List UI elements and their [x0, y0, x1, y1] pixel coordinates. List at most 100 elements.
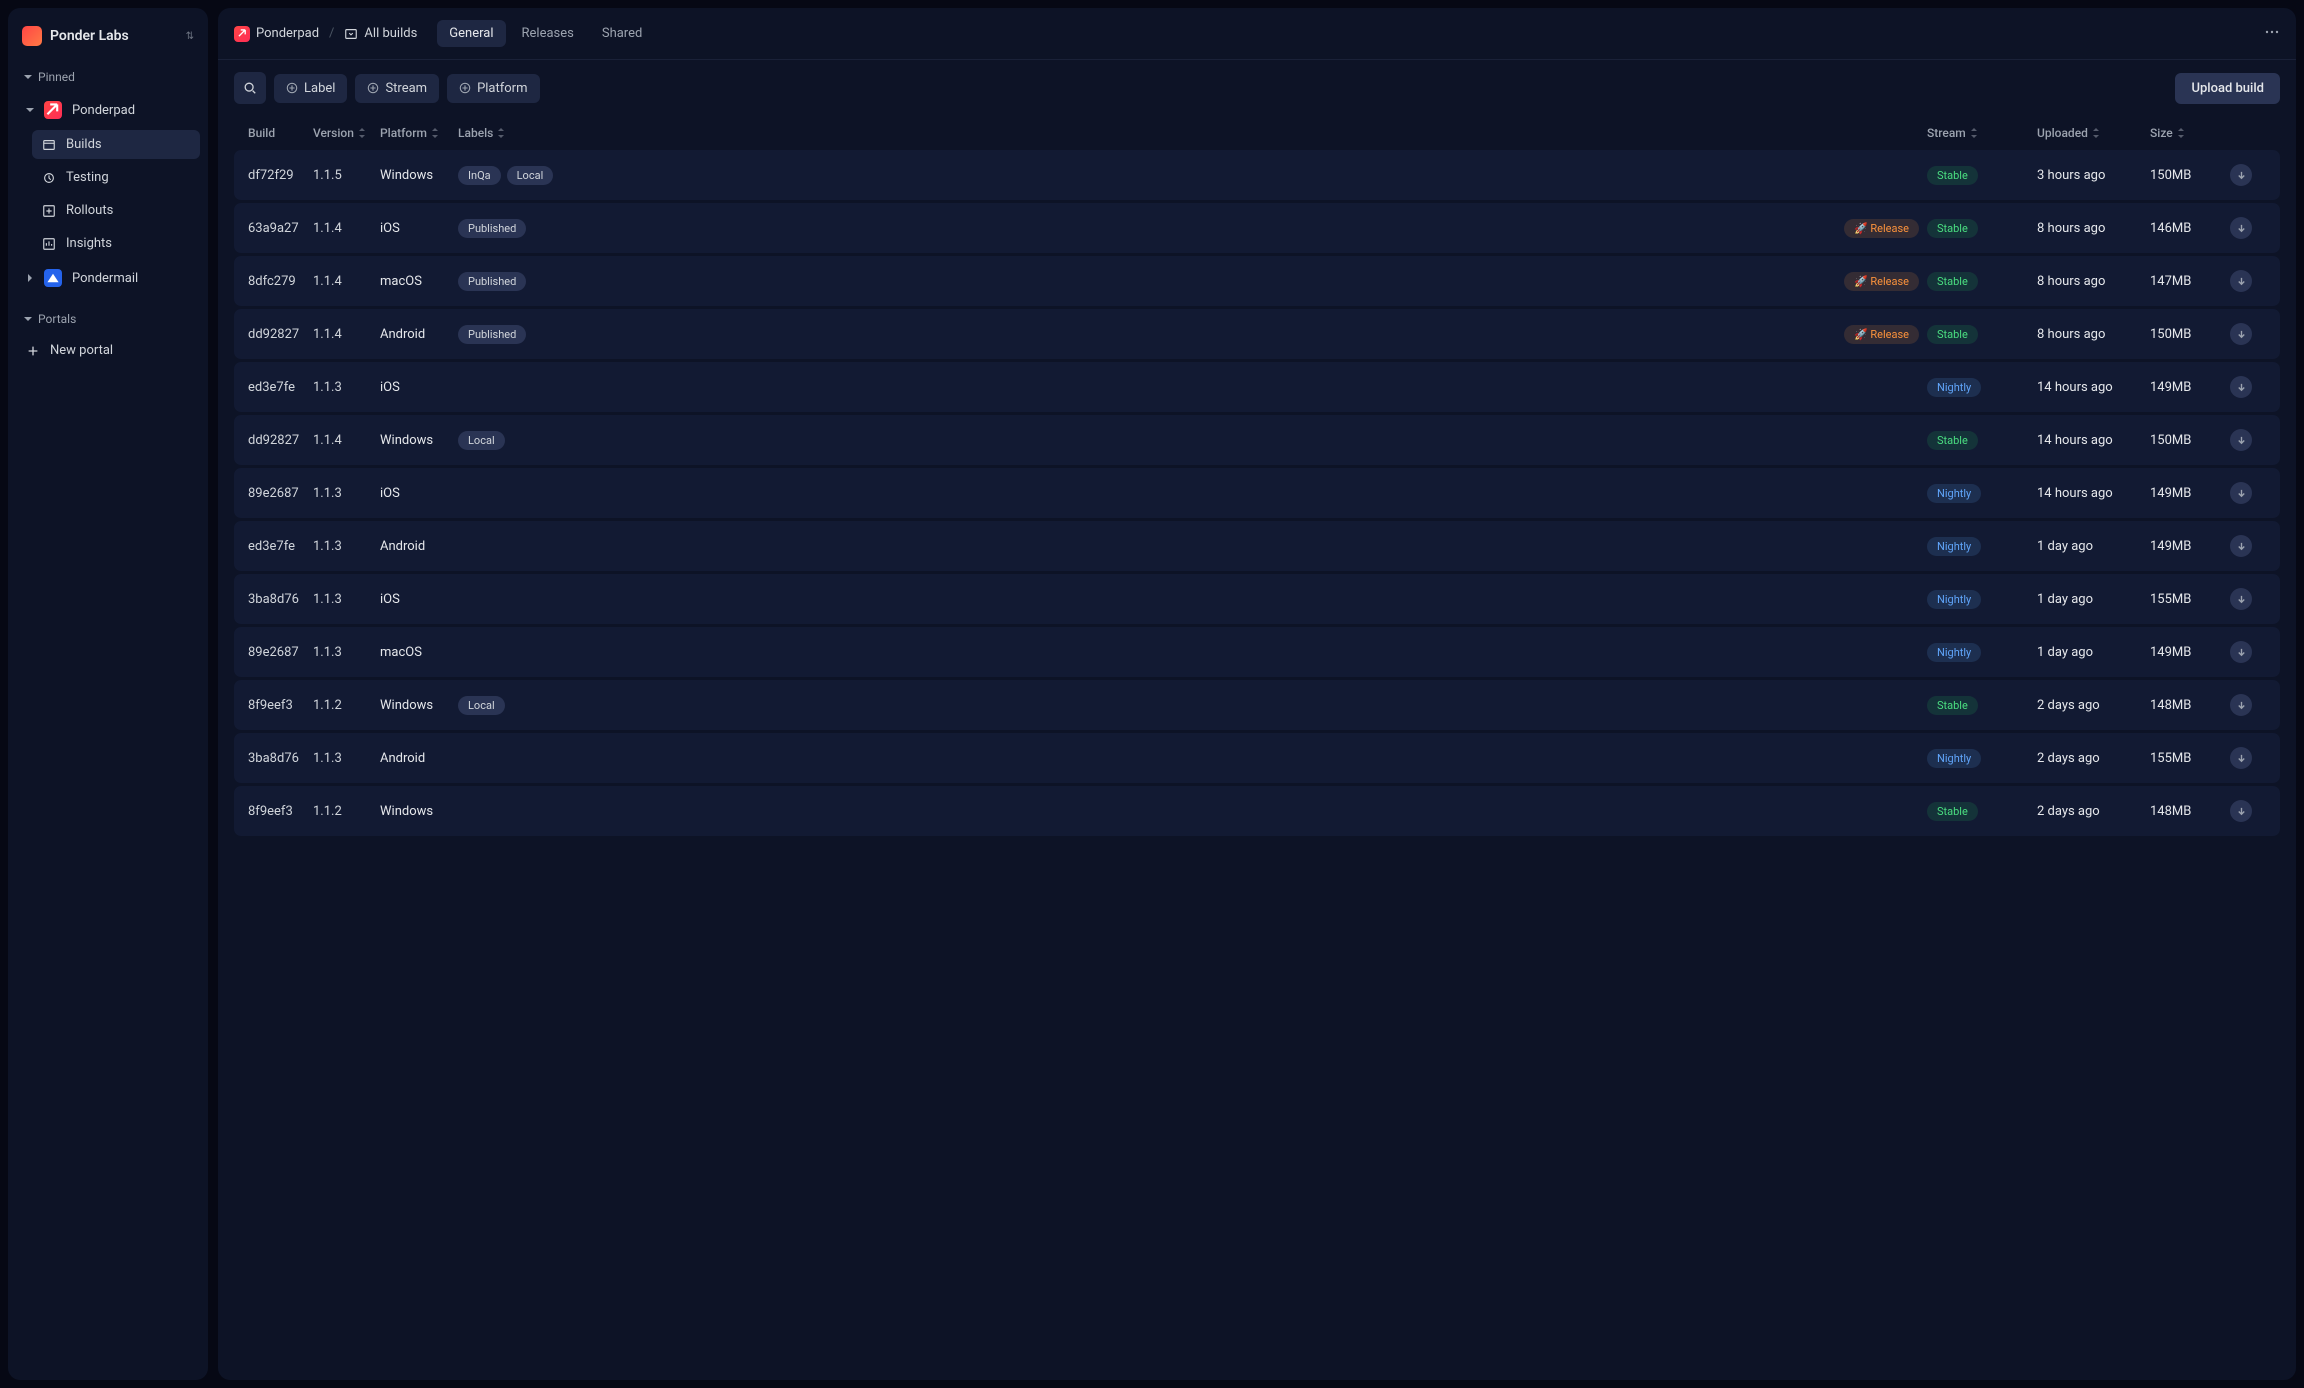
nav-label: Rollouts — [66, 203, 113, 218]
download-icon — [2236, 806, 2247, 817]
download-icon — [2236, 700, 2247, 711]
pinned-section[interactable]: Pinned — [16, 64, 200, 90]
build-action — [2230, 747, 2266, 769]
build-size: 150MB — [2150, 327, 2230, 342]
build-stream: Stable — [1927, 166, 2037, 185]
breadcrumb-page[interactable]: All builds — [344, 26, 417, 41]
table-row[interactable]: 8dfc279 1.1.4 macOS Published🚀 Release S… — [234, 256, 2280, 306]
download-icon — [2236, 435, 2247, 446]
table-row[interactable]: 89e2687 1.1.3 iOS Nightly 14 hours ago 1… — [234, 468, 2280, 518]
table-row[interactable]: 63a9a27 1.1.4 iOS Published🚀 Release Sta… — [234, 203, 2280, 253]
build-uploaded: 2 days ago — [2037, 751, 2150, 766]
breadcrumb-app[interactable]: Ponderpad — [234, 26, 319, 42]
label-badge: Published — [458, 325, 526, 344]
org-switcher[interactable]: Ponder Labs ⇅ — [16, 20, 200, 52]
table-row[interactable]: dd92827 1.1.4 Android Published🚀 Release… — [234, 309, 2280, 359]
download-button[interactable] — [2230, 429, 2252, 451]
nav-rollouts[interactable]: Rollouts — [32, 196, 200, 225]
table-row[interactable]: ed3e7fe 1.1.3 Android Nightly 1 day ago … — [234, 521, 2280, 571]
breadcrumb: Ponderpad / All builds — [234, 26, 417, 42]
download-button[interactable] — [2230, 588, 2252, 610]
filter-stream[interactable]: Stream — [355, 74, 439, 103]
ponderpad-icon — [234, 26, 250, 42]
builds-icon — [344, 27, 358, 41]
build-action — [2230, 482, 2266, 504]
app-ponderpad[interactable]: Ponderpad — [16, 94, 200, 126]
tab-releases[interactable]: Releases — [510, 20, 586, 47]
plus-icon — [26, 344, 40, 358]
main-panel: Ponderpad / All builds General Releases … — [218, 8, 2296, 1380]
col-stream[interactable]: Stream — [1927, 126, 2037, 140]
col-labels[interactable]: Labels — [458, 126, 1927, 140]
build-hash: ed3e7fe — [248, 539, 313, 554]
build-version: 1.1.5 — [313, 168, 380, 183]
sidebar: Ponder Labs ⇅ Pinned Ponderpad Builds Te… — [8, 8, 208, 1380]
download-button[interactable] — [2230, 747, 2252, 769]
toolbar: Label Stream Platform Upload build — [218, 60, 2296, 116]
download-icon — [2236, 488, 2247, 499]
download-button[interactable] — [2230, 482, 2252, 504]
download-button[interactable] — [2230, 164, 2252, 186]
build-hash: 89e2687 — [248, 486, 313, 501]
col-uploaded[interactable]: Uploaded — [2037, 126, 2150, 140]
table-row[interactable]: df72f29 1.1.5 Windows InQaLocal Stable 3… — [234, 150, 2280, 200]
table-row[interactable]: 3ba8d76 1.1.3 Android Nightly 2 days ago… — [234, 733, 2280, 783]
filter-label[interactable]: Label — [274, 74, 347, 103]
build-version: 1.1.2 — [313, 804, 380, 819]
download-button[interactable] — [2230, 641, 2252, 663]
download-button[interactable] — [2230, 323, 2252, 345]
download-icon — [2236, 276, 2247, 287]
app-pondermail[interactable]: Pondermail — [16, 262, 200, 294]
new-portal-button[interactable]: New portal — [16, 336, 200, 365]
sort-icon — [1970, 128, 1978, 138]
table-row[interactable]: 8f9eef3 1.1.2 Windows Local Stable 2 day… — [234, 680, 2280, 730]
build-uploaded: 3 hours ago — [2037, 168, 2150, 183]
more-menu[interactable] — [2264, 24, 2280, 44]
download-button[interactable] — [2230, 217, 2252, 239]
col-platform[interactable]: Platform — [380, 126, 458, 140]
build-hash: 8f9eef3 — [248, 698, 313, 713]
build-platform: iOS — [380, 592, 458, 607]
download-button[interactable] — [2230, 694, 2252, 716]
build-hash: dd92827 — [248, 327, 313, 342]
search-button[interactable] — [234, 72, 266, 104]
builds-table: Build Version Platform Labels Stream Upl… — [218, 116, 2296, 1380]
table-row[interactable]: dd92827 1.1.4 Windows Local Stable 14 ho… — [234, 415, 2280, 465]
build-version: 1.1.2 — [313, 698, 380, 713]
download-button[interactable] — [2230, 535, 2252, 557]
table-row[interactable]: 8f9eef3 1.1.2 Windows Stable 2 days ago … — [234, 786, 2280, 836]
col-size[interactable]: Size — [2150, 126, 2230, 140]
app-label: Pondermail — [72, 271, 138, 286]
insights-icon — [42, 237, 56, 251]
build-size: 149MB — [2150, 539, 2230, 554]
rollouts-icon — [42, 204, 56, 218]
build-platform: Android — [380, 327, 458, 342]
filter-label-text: Label — [304, 81, 335, 96]
tab-shared[interactable]: Shared — [590, 20, 654, 47]
download-button[interactable] — [2230, 376, 2252, 398]
topbar: Ponderpad / All builds General Releases … — [218, 8, 2296, 60]
download-button[interactable] — [2230, 270, 2252, 292]
upload-build-button[interactable]: Upload build — [2175, 73, 2280, 104]
col-version[interactable]: Version — [313, 126, 380, 140]
build-uploaded: 14 hours ago — [2037, 380, 2150, 395]
build-version: 1.1.3 — [313, 751, 380, 766]
nav-testing[interactable]: Testing — [32, 163, 200, 192]
build-action — [2230, 323, 2266, 345]
tab-general[interactable]: General — [437, 20, 505, 47]
download-button[interactable] — [2230, 800, 2252, 822]
col-build[interactable]: Build — [248, 126, 313, 140]
filter-platform[interactable]: Platform — [447, 74, 539, 103]
nav-insights[interactable]: Insights — [32, 229, 200, 258]
nav-builds[interactable]: Builds — [32, 130, 200, 159]
build-uploaded: 14 hours ago — [2037, 433, 2150, 448]
build-labels: Published🚀 Release — [458, 219, 1927, 238]
label-badge: Local — [507, 166, 554, 185]
triangle-down-icon — [24, 73, 32, 81]
table-row[interactable]: 89e2687 1.1.3 macOS Nightly 1 day ago 14… — [234, 627, 2280, 677]
table-row[interactable]: 3ba8d76 1.1.3 iOS Nightly 1 day ago 155M… — [234, 574, 2280, 624]
table-row[interactable]: ed3e7fe 1.1.3 iOS Nightly 14 hours ago 1… — [234, 362, 2280, 412]
pondermail-icon — [44, 269, 62, 287]
build-platform: iOS — [380, 221, 458, 236]
portals-section[interactable]: Portals — [16, 306, 200, 332]
